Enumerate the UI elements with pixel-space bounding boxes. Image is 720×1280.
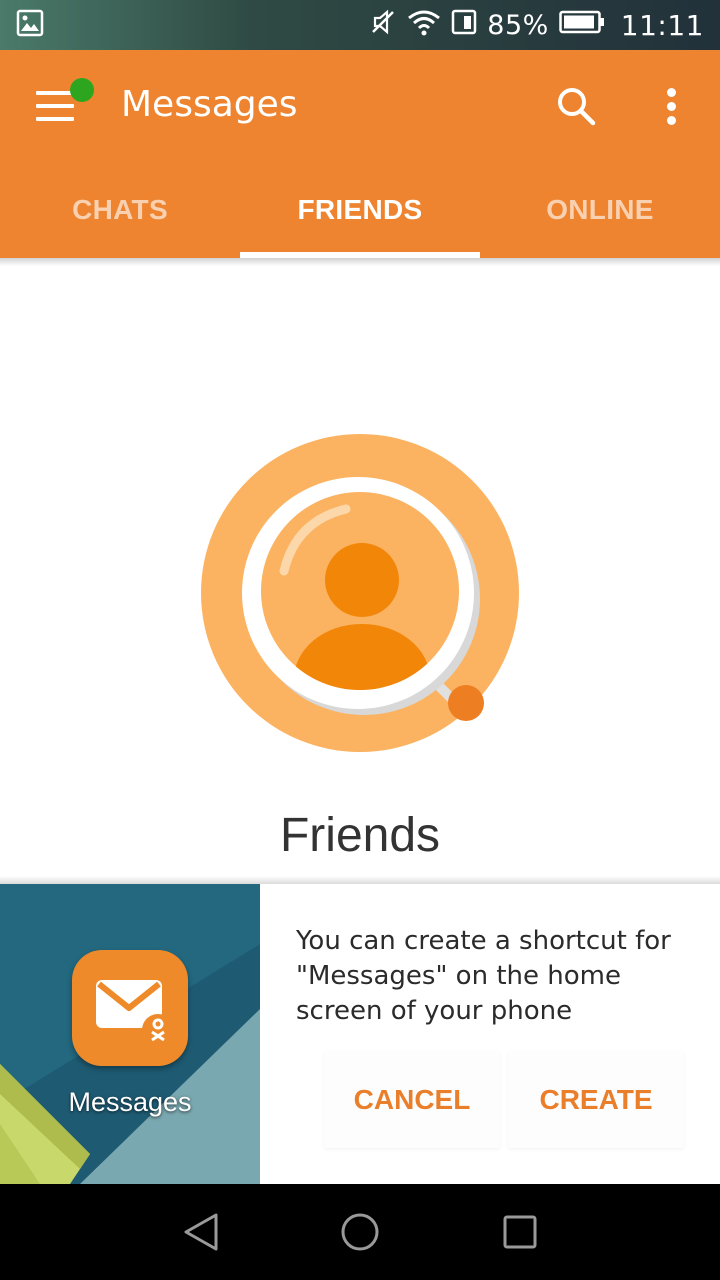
tab-online[interactable]: ONLINE — [480, 162, 720, 258]
create-button[interactable]: CREATE — [508, 1052, 684, 1148]
cancel-button[interactable]: CANCEL — [324, 1052, 500, 1148]
battery-percent: 85% — [487, 9, 549, 41]
tab-chats[interactable]: CHATS — [0, 162, 240, 258]
gallery-icon — [16, 9, 44, 41]
sim-icon — [451, 8, 477, 43]
more-vert-icon-dot — [667, 102, 676, 111]
empty-state-title: Friends — [279, 809, 441, 862]
notification-dot-icon — [70, 78, 94, 102]
wifi-icon — [407, 8, 441, 43]
hamburger-menu-icon-line — [36, 91, 74, 95]
more-vert-icon-dot — [667, 88, 676, 97]
back-icon — [184, 1213, 218, 1251]
tab-label: CHATS — [72, 194, 168, 225]
app-bar-shadow — [0, 258, 720, 266]
app-icon-label: Messages — [68, 1087, 192, 1117]
navigation-bar — [0, 1184, 720, 1280]
search-button[interactable] — [552, 82, 600, 130]
cancel-button-label: CANCEL — [353, 1084, 471, 1115]
status-bar: 85% 11:11 — [0, 0, 720, 50]
back-button[interactable] — [180, 1210, 224, 1254]
friends-search-illustration — [200, 433, 520, 753]
recents-button[interactable] — [498, 1210, 542, 1254]
toolbar: Messages — [0, 50, 720, 162]
home-button[interactable] — [338, 1210, 382, 1254]
tab-bar: CHATS FRIENDS ONLINE — [0, 162, 720, 258]
prompt-message: You can create a shortcut for "Messages"… — [296, 926, 671, 1026]
hamburger-menu-icon-line — [36, 117, 74, 121]
menu-button[interactable] — [36, 78, 94, 124]
more-vert-icon-dot — [667, 116, 676, 125]
recents-icon — [503, 1215, 537, 1249]
search-icon — [558, 88, 596, 126]
tab-friends[interactable]: FRIENDS — [240, 162, 480, 258]
clock: 11:11 — [620, 8, 704, 42]
home-screen-preview: Messages — [0, 884, 260, 1184]
tab-label: ONLINE — [546, 194, 654, 225]
app-bar: Messages CHATS FRIENDS ONLINE — [0, 50, 720, 258]
messages-app-icon — [72, 950, 188, 1066]
more-options-button[interactable] — [652, 84, 692, 130]
battery-icon — [559, 9, 605, 42]
mute-icon — [369, 8, 397, 43]
shortcut-prompt: Messages You can create a shortcut for "… — [0, 884, 720, 1184]
hamburger-menu-icon-line — [36, 104, 74, 108]
page-title: Messages — [121, 84, 298, 125]
home-icon — [341, 1213, 379, 1251]
create-button-label: CREATE — [539, 1084, 653, 1115]
prompt-shadow — [0, 876, 720, 884]
tab-label: FRIENDS — [297, 194, 423, 225]
